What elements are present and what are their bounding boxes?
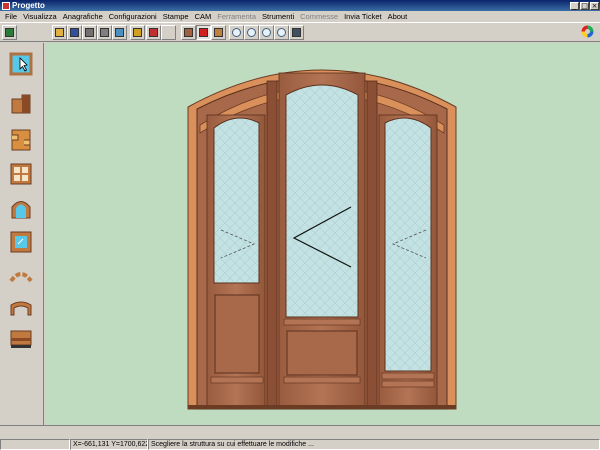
section-view-icon (184, 28, 193, 37)
drawing-canvas[interactable] (45, 43, 600, 425)
center-glass (285, 84, 359, 318)
window-title: Progetto (12, 1, 45, 10)
select-pointer-icon (9, 52, 33, 76)
arch-frame-tool[interactable] (6, 193, 36, 223)
left-glass (213, 117, 260, 284)
save-icon (70, 28, 79, 37)
window-frame-icon (10, 163, 32, 185)
menu-invia-ticket[interactable]: Invia Ticket (341, 12, 385, 21)
preview-icon (115, 28, 124, 37)
menu-file[interactable]: File (2, 12, 20, 21)
horizontal-scrollbar[interactable] (0, 425, 600, 439)
zoom-in-icon (247, 28, 256, 37)
print-button[interactable] (97, 25, 112, 40)
delete-icon (85, 28, 94, 37)
delete-button[interactable] (82, 25, 97, 40)
glass-pane-tool[interactable] (6, 227, 36, 257)
measure-icon (214, 28, 223, 37)
layout-button[interactable] (2, 25, 17, 40)
coordinates-readout: X=-661,131 Y=1700,622 (70, 439, 148, 450)
sill-icon (10, 330, 32, 348)
menu-cam[interactable]: CAM (192, 12, 215, 21)
menu-strumenti[interactable]: Strumenti (259, 12, 297, 21)
profile-block-tool[interactable] (6, 89, 36, 119)
curved-rail-icon (10, 301, 32, 316)
menu-anagrafiche[interactable]: Anagrafiche (60, 12, 106, 21)
menu-bar: File Visualizza Anagrafiche Configurazioni S… (0, 11, 600, 22)
menu-about[interactable]: About (385, 12, 411, 21)
preview-button[interactable] (112, 25, 127, 40)
open-folder-icon (55, 28, 64, 37)
title-bar: Progetto _ □ × (0, 0, 600, 11)
left-panel (214, 294, 260, 374)
app-logo-icon (581, 25, 594, 38)
blank-button[interactable] (161, 25, 176, 40)
frame-red-button[interactable] (196, 25, 211, 40)
frame-red-icon (199, 28, 208, 37)
measure-button[interactable] (211, 25, 226, 40)
window-frame-tool[interactable] (6, 159, 36, 189)
menu-stampe[interactable]: Stampe (160, 12, 192, 21)
wizard-button[interactable] (130, 25, 145, 40)
profile-block-icon (11, 94, 31, 114)
minimize-button[interactable]: _ (570, 1, 579, 10)
wizard-icon (133, 28, 142, 37)
tool-palette (0, 43, 44, 425)
right-glass (384, 117, 432, 372)
center-panel (286, 330, 358, 376)
cut-button[interactable] (146, 25, 161, 40)
status-left (0, 439, 70, 450)
zoom-out-icon (262, 28, 271, 37)
section-view-button[interactable] (181, 25, 196, 40)
panel-insert-icon (11, 129, 31, 151)
curved-rail-tool[interactable] (6, 293, 36, 323)
panel-insert-tool[interactable] (6, 125, 36, 155)
camera-icon (292, 28, 301, 37)
zoom-window-icon (232, 28, 241, 37)
cut-icon (149, 28, 158, 37)
refresh-icon (277, 28, 286, 37)
camera-button[interactable] (289, 25, 304, 40)
arc-segment-tool[interactable] (6, 261, 36, 291)
status-bar: X=-661,131 Y=1700,622 Scegliere la strut… (0, 439, 600, 450)
select-pointer-tool[interactable] (6, 49, 36, 79)
menu-commesse: Commesse (300, 12, 339, 21)
arch-frame-icon (11, 201, 31, 219)
blank-icon (164, 28, 173, 37)
print-icon (100, 28, 109, 37)
zoom-in-button[interactable] (244, 25, 259, 40)
menu-ferramenta: Ferramenta (217, 12, 257, 21)
app-icon (2, 1, 10, 10)
arc-segment-icon (9, 272, 33, 283)
menu-configurazioni[interactable]: Configurazioni (106, 12, 160, 21)
maximize-button[interactable]: □ (580, 1, 589, 10)
save-button[interactable] (67, 25, 82, 40)
open-folder-button[interactable] (52, 25, 67, 40)
sill-tool[interactable] (6, 323, 36, 353)
zoom-out-button[interactable] (259, 25, 274, 40)
door-drawing (187, 69, 457, 410)
zoom-window-button[interactable] (229, 25, 244, 40)
layout-icon (5, 28, 14, 37)
glass-pane-icon (10, 231, 32, 253)
menu-visualizza[interactable]: Visualizza (20, 12, 60, 21)
close-button[interactable]: × (590, 1, 599, 10)
toolbar (0, 22, 600, 42)
refresh-button[interactable] (274, 25, 289, 40)
status-message: Scegliere la struttura su cui effettuare… (148, 439, 600, 450)
